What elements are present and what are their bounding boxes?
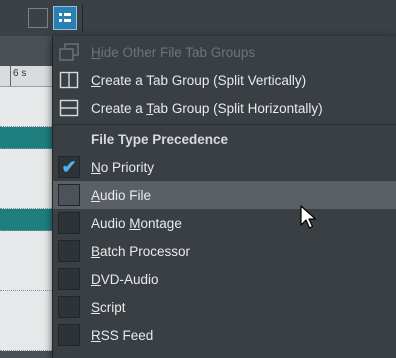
- menu-item-label: Hide Other File Tab Groups: [91, 44, 256, 60]
- split-horizontal-icon: [59, 99, 79, 117]
- toolbar-divider: [82, 4, 83, 32]
- checkmark-icon: ✔: [58, 156, 80, 178]
- ruler-tick: [10, 66, 11, 86]
- hide-tab-groups-icon: [59, 43, 79, 61]
- gutter: [53, 181, 85, 209]
- menu-item-label: Create a Tab Group (Split Vertically): [91, 72, 307, 88]
- top-toolbar: [0, 0, 396, 37]
- menu-section-header: File Type Precedence: [53, 125, 396, 153]
- checkbox: [58, 240, 80, 262]
- menu-item-split-vertically[interactable]: Create a Tab Group (Split Vertically): [53, 66, 396, 94]
- section-header-label: File Type Precedence: [91, 131, 229, 147]
- ruler-label: 6 s: [13, 68, 27, 79]
- menu-item-no-priority[interactable]: ✔ No Priority: [53, 153, 396, 181]
- time-ruler: 6 s: [0, 66, 52, 87]
- gutter: [53, 265, 85, 293]
- gutter: [53, 66, 85, 94]
- menu-item-label: Audio File: [91, 187, 152, 203]
- track-lane: [0, 149, 52, 209]
- menu-item-audio-montage[interactable]: Audio Montage: [53, 209, 396, 237]
- gutter: [53, 321, 85, 349]
- gutter: [53, 38, 85, 66]
- menu-item-label: Batch Processor: [91, 243, 191, 259]
- gutter: [53, 94, 85, 122]
- track-lane-selected: [0, 209, 52, 231]
- menu-item-rss-feed[interactable]: RSS Feed: [53, 321, 396, 349]
- menu-item-split-horizontally[interactable]: Create a Tab Group (Split Horizontally): [53, 94, 396, 122]
- checkbox: [58, 212, 80, 234]
- track-lane: [0, 87, 52, 127]
- menu-item-label: Script: [91, 299, 126, 315]
- track-lane: [0, 231, 52, 291]
- checkbox: [58, 324, 80, 346]
- checkbox: [58, 296, 80, 318]
- gutter: [53, 209, 85, 237]
- menu-item-label: DVD-Audio: [91, 271, 159, 287]
- track-lane-selected: [0, 127, 52, 149]
- gutter: [53, 293, 85, 321]
- tab-group-menu-button[interactable]: [53, 6, 77, 30]
- tab-layout-button[interactable]: [28, 8, 48, 28]
- menu-item-audio-file[interactable]: Audio File: [53, 181, 396, 209]
- menu-item-script[interactable]: Script: [53, 293, 396, 321]
- menu-item-label: Audio Montage: [91, 215, 182, 231]
- list-menu-icon: [59, 13, 71, 22]
- menu-item-dvd-audio[interactable]: DVD-Audio: [53, 265, 396, 293]
- gutter: ✔: [53, 153, 85, 181]
- menu-item-batch-processor[interactable]: Batch Processor: [53, 237, 396, 265]
- menu-item-hide-other-tab-groups: Hide Other File Tab Groups: [53, 38, 396, 66]
- track-lane: [0, 291, 52, 351]
- checkbox: [58, 184, 80, 206]
- checkbox: [58, 268, 80, 290]
- wave-editor-background: 6 s: [0, 36, 52, 358]
- gutter: [53, 237, 85, 265]
- menu-item-label: RSS Feed: [91, 327, 154, 343]
- menu-item-label: Create a Tab Group (Split Horizontally): [91, 100, 323, 116]
- tab-group-dropdown-menu: Hide Other File Tab Groups Create a Tab …: [52, 36, 396, 358]
- mouse-pointer-icon: [300, 205, 317, 229]
- split-vertical-icon: [59, 71, 79, 89]
- menu-item-label: No Priority: [91, 159, 155, 175]
